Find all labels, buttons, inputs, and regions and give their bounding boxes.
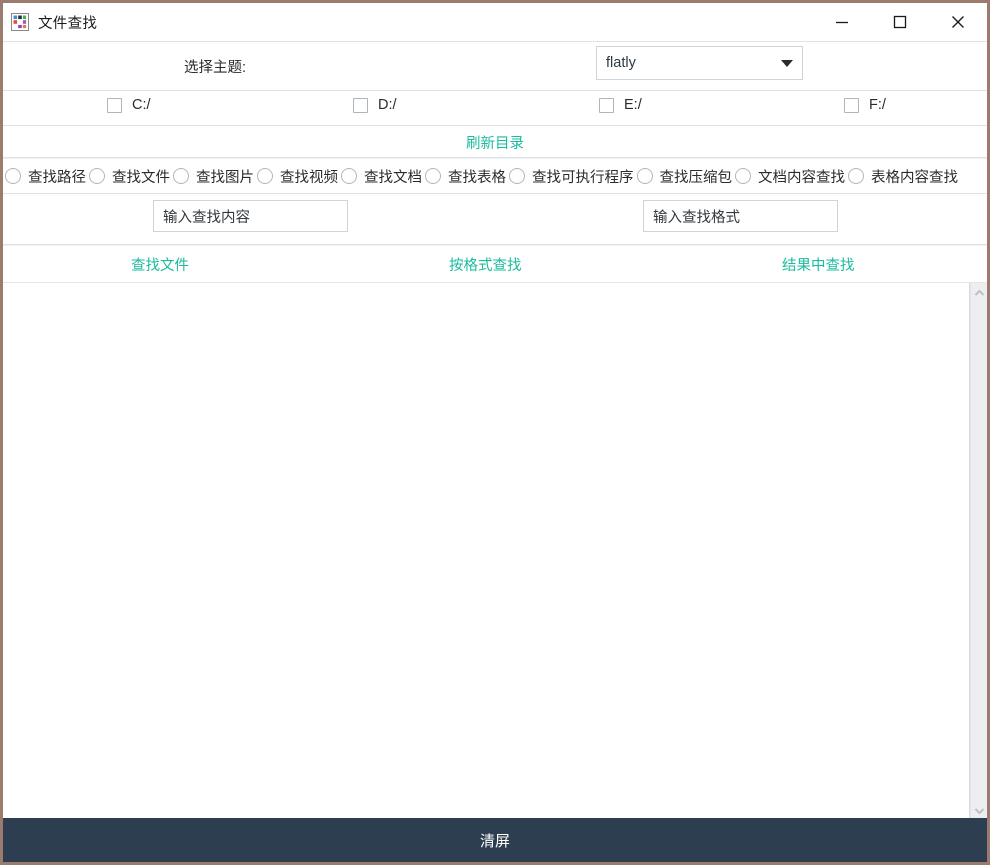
radio-icon — [425, 168, 441, 184]
radio-icon — [173, 168, 189, 184]
find-by-format-button[interactable]: 按格式查找 — [449, 254, 522, 275]
window-controls — [813, 3, 987, 41]
clear-screen-label: 清屏 — [480, 830, 510, 851]
radio-search-path[interactable]: 查找路径 — [5, 166, 89, 187]
drive-label: E:/ — [624, 97, 642, 113]
radio-icon — [848, 168, 864, 184]
refresh-row: 刷新目录 — [3, 126, 987, 157]
theme-selected-value: flatly — [606, 55, 636, 71]
main-content: 选择主题: flatly C:/ D:/ E:/ F:/ — [3, 41, 987, 818]
chevron-down-icon — [781, 60, 793, 67]
theme-row: 选择主题: flatly — [3, 42, 987, 90]
minimize-icon[interactable] — [813, 3, 871, 41]
clear-screen-button[interactable]: 清屏 — [3, 818, 987, 862]
find-file-button[interactable]: 查找文件 — [131, 254, 189, 275]
theme-select[interactable]: flatly — [596, 46, 803, 80]
drive-label: C:/ — [132, 97, 151, 113]
radio-label: 查找可执行程序 — [532, 166, 634, 187]
radio-search-executable[interactable]: 查找可执行程序 — [509, 166, 637, 187]
actions-row: 查找文件 按格式查找 结果中查找 — [3, 246, 987, 282]
radio-label: 查找视频 — [280, 166, 338, 187]
radio-icon — [5, 168, 21, 184]
drives-row: C:/ D:/ E:/ F:/ — [3, 91, 987, 125]
drive-label: F:/ — [869, 97, 886, 113]
search-content-input[interactable]: 输入查找内容 — [153, 200, 348, 232]
window-title: 文件查找 — [38, 12, 97, 33]
radio-label: 查找文件 — [112, 166, 170, 187]
output-scrollbar[interactable] — [970, 283, 987, 818]
theme-label: 选择主题: — [184, 56, 246, 77]
inputs-row: 输入查找内容 输入查找格式 — [3, 194, 987, 244]
output-text[interactable] — [3, 283, 970, 818]
radio-label: 查找表格 — [448, 166, 506, 187]
radio-search-spreadsheet[interactable]: 查找表格 — [425, 166, 509, 187]
checkbox-icon — [844, 98, 859, 113]
drive-checkbox-e[interactable]: E:/ — [599, 97, 642, 113]
title-bar: 文件查找 — [3, 3, 987, 41]
radio-icon — [89, 168, 105, 184]
search-content-value: 输入查找内容 — [163, 206, 250, 227]
radio-icon — [257, 168, 273, 184]
radio-search-video[interactable]: 查找视频 — [257, 166, 341, 187]
drive-checkbox-f[interactable]: F:/ — [844, 97, 886, 113]
radio-search-image[interactable]: 查找图片 — [173, 166, 257, 187]
tk-logo-icon — [11, 13, 29, 31]
drive-label: D:/ — [378, 97, 397, 113]
drive-checkbox-d[interactable]: D:/ — [353, 97, 397, 113]
close-icon[interactable] — [929, 3, 987, 41]
radio-label: 文档内容查找 — [758, 166, 845, 187]
radio-icon — [341, 168, 357, 184]
radio-label: 查找文档 — [364, 166, 422, 187]
checkbox-icon — [599, 98, 614, 113]
chevron-down-icon[interactable] — [971, 801, 988, 818]
radio-search-spreadsheet-content[interactable]: 表格内容查找 — [848, 166, 961, 187]
radio-search-archive[interactable]: 查找压缩包 — [637, 166, 736, 187]
radio-label: 查找路径 — [28, 166, 86, 187]
radio-icon — [637, 168, 653, 184]
app-window: 文件查找 选择主题: — [0, 0, 990, 865]
chevron-up-icon[interactable] — [971, 283, 988, 300]
refresh-directory-button[interactable]: 刷新目录 — [3, 132, 987, 153]
scrollbar-track[interactable] — [971, 300, 988, 801]
find-in-results-button[interactable]: 结果中查找 — [782, 254, 855, 275]
radio-label: 查找图片 — [196, 166, 254, 187]
radio-icon — [735, 168, 751, 184]
radio-search-file[interactable]: 查找文件 — [89, 166, 173, 187]
radio-icon — [509, 168, 525, 184]
checkbox-icon — [107, 98, 122, 113]
search-format-value: 输入查找格式 — [653, 206, 740, 227]
checkbox-icon — [353, 98, 368, 113]
output-area — [3, 282, 987, 818]
search-mode-radio-group: 查找路径 查找文件 查找图片 查找视频 查找文档 查找表格 — [3, 159, 987, 193]
maximize-icon[interactable] — [871, 3, 929, 41]
radio-search-document[interactable]: 查找文档 — [341, 166, 425, 187]
search-format-input[interactable]: 输入查找格式 — [643, 200, 838, 232]
radio-search-document-content[interactable]: 文档内容查找 — [735, 166, 848, 187]
radio-label: 表格内容查找 — [871, 166, 958, 187]
radio-label: 查找压缩包 — [660, 166, 733, 187]
drive-checkbox-c[interactable]: C:/ — [107, 97, 151, 113]
